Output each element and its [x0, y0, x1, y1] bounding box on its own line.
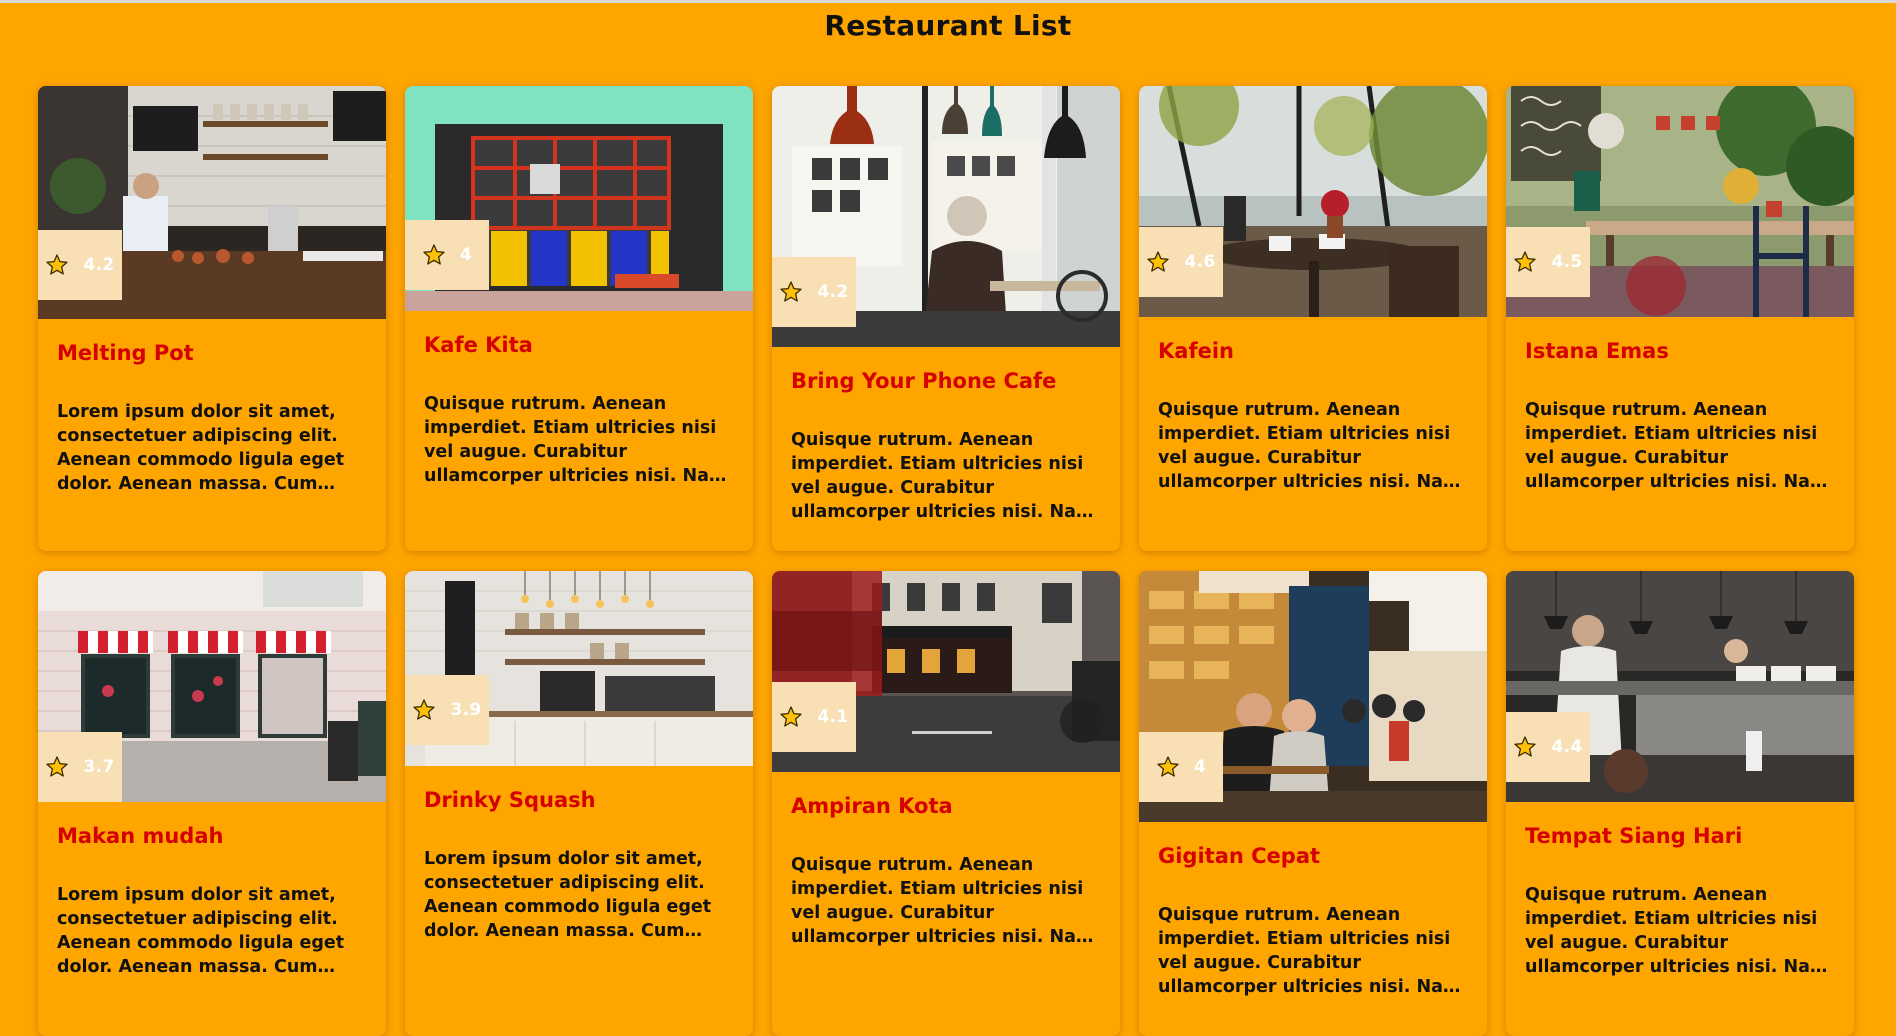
restaurant-card[interactable]: 4.1 Ampiran Kota Quisque rutrum. Aenean … — [772, 571, 1120, 1036]
restaurant-name[interactable]: Tempat Siang Hari — [1525, 824, 1835, 849]
restaurant-description: Lorem ipsum dolor sit amet, consectetuer… — [57, 885, 345, 978]
star-icon — [46, 254, 69, 275]
restaurant-description: Quisque rutrum. Aenean imperdiet. Etiam … — [1158, 400, 1462, 493]
restaurant-card[interactable]: 4.5 Istana Emas Quisque rutrum. Aenean i… — [1506, 86, 1854, 551]
restaurant-photo: 3.7 — [38, 571, 386, 802]
rating-value: 3.7 — [83, 757, 115, 777]
restaurant-description: Quisque rutrum. Aenean imperdiet. Etiam … — [791, 430, 1095, 523]
restaurant-card[interactable]: 4.2 Melting Pot Lorem ipsum dolor sit am… — [38, 86, 386, 551]
rating-value: 4.5 — [1551, 252, 1583, 272]
rating-badge: 4.5 — [1506, 227, 1590, 297]
restaurant-list: 4.2 Melting Pot Lorem ipsum dolor sit am… — [38, 86, 1858, 1036]
restaurant-name[interactable]: Ampiran Kota — [791, 794, 1101, 819]
rating-badge: 3.9 — [405, 675, 489, 745]
restaurant-name[interactable]: Melting Pot — [57, 341, 367, 366]
restaurant-description: Quisque rutrum. Aenean imperdiet. Etiam … — [791, 855, 1095, 948]
star-icon — [1514, 251, 1537, 272]
restaurant-description: Lorem ipsum dolor sit amet, consectetuer… — [424, 849, 712, 942]
restaurant-card[interactable]: 4 Kafe Kita Quisque rutrum. Aenean imper… — [405, 86, 753, 551]
rating-badge: 4.4 — [1506, 712, 1590, 782]
restaurant-name[interactable]: Istana Emas — [1525, 339, 1835, 364]
restaurant-name[interactable]: Kafe Kita — [424, 333, 734, 358]
rating-badge: 4.2 — [772, 257, 856, 327]
star-icon — [423, 244, 445, 265]
rating-value: 3.9 — [450, 700, 482, 720]
rating-value: 4.4 — [1551, 737, 1583, 757]
restaurant-name[interactable]: Kafein — [1158, 339, 1468, 364]
rating-badge: 4 — [1139, 732, 1223, 802]
star-icon — [1514, 736, 1537, 757]
restaurant-card[interactable]: 3.7 Makan mudah Lorem ipsum dolor sit am… — [38, 571, 386, 1036]
page-title: Restaurant List — [824, 9, 1072, 42]
restaurant-photo: 4.2 — [772, 86, 1120, 347]
restaurant-photo: 4.6 — [1139, 86, 1487, 317]
restaurant-photo: 4.4 — [1506, 571, 1854, 802]
rating-badge: 3.7 — [38, 732, 122, 802]
restaurant-name[interactable]: Drinky Squash — [424, 788, 734, 813]
rating-value: 4.2 — [83, 255, 115, 275]
card-body: Ampiran Kota Quisque rutrum. Aenean impe… — [772, 772, 1120, 967]
rating-value: 4 — [1193, 757, 1207, 777]
star-icon — [413, 699, 436, 720]
restaurant-description: Quisque rutrum. Aenean imperdiet. Etiam … — [1525, 885, 1829, 978]
star-icon — [1147, 251, 1170, 272]
star-icon — [1157, 756, 1179, 777]
restaurant-photo: 4.2 — [38, 86, 386, 319]
restaurant-photo: 4 — [405, 86, 753, 311]
card-body: Bring Your Phone Cafe Quisque rutrum. Ae… — [772, 347, 1120, 542]
restaurant-description: Lorem ipsum dolor sit amet, consectetuer… — [57, 402, 345, 495]
card-body: Drinky Squash Lorem ipsum dolor sit amet… — [405, 766, 753, 961]
restaurant-photo: 3.9 — [405, 571, 753, 766]
restaurant-name[interactable]: Gigitan Cepat — [1158, 844, 1468, 869]
rating-value: 4.6 — [1184, 252, 1216, 272]
restaurant-photo: 4.1 — [772, 571, 1120, 772]
restaurant-name[interactable]: Bring Your Phone Cafe — [791, 369, 1101, 394]
rating-badge: 4.1 — [772, 682, 856, 752]
restaurant-card[interactable]: 4.4 Tempat Siang Hari Quisque rutrum. Ae… — [1506, 571, 1854, 1036]
star-icon — [780, 281, 803, 302]
restaurant-name[interactable]: Makan mudah — [57, 824, 367, 849]
rating-badge: 4.6 — [1139, 227, 1223, 297]
rating-value: 4 — [459, 245, 473, 265]
restaurant-description: Quisque rutrum. Aenean imperdiet. Etiam … — [424, 394, 728, 487]
restaurant-description: Quisque rutrum. Aenean imperdiet. Etiam … — [1525, 400, 1829, 493]
restaurant-photo: 4 — [1139, 571, 1487, 822]
star-icon — [780, 706, 803, 727]
restaurant-card[interactable]: 4.6 Kafein Quisque rutrum. Aenean imperd… — [1139, 86, 1487, 551]
card-body: Makan mudah Lorem ipsum dolor sit amet, … — [38, 802, 386, 997]
restaurant-card[interactable]: 3.9 Drinky Squash Lorem ipsum dolor sit … — [405, 571, 753, 1036]
restaurant-description: Quisque rutrum. Aenean imperdiet. Etiam … — [1158, 905, 1462, 998]
rating-badge: 4.2 — [38, 230, 122, 300]
star-icon — [46, 756, 69, 777]
restaurant-card[interactable]: 4.2 Bring Your Phone Cafe Quisque rutrum… — [772, 86, 1120, 551]
card-body: Istana Emas Quisque rutrum. Aenean imper… — [1506, 317, 1854, 512]
card-body: Melting Pot Lorem ipsum dolor sit amet, … — [38, 319, 386, 514]
rating-badge: 4 — [405, 220, 489, 290]
restaurant-card[interactable]: 4 Gigitan Cepat Quisque rutrum. Aenean i… — [1139, 571, 1487, 1036]
card-body: Gigitan Cepat Quisque rutrum. Aenean imp… — [1139, 822, 1487, 1017]
restaurant-photo: 4.5 — [1506, 86, 1854, 317]
card-body: Tempat Siang Hari Quisque rutrum. Aenean… — [1506, 802, 1854, 997]
rating-value: 4.2 — [817, 282, 849, 302]
card-body: Kafein Quisque rutrum. Aenean imperdiet.… — [1139, 317, 1487, 512]
rating-value: 4.1 — [817, 707, 849, 727]
card-body: Kafe Kita Quisque rutrum. Aenean imperdi… — [405, 311, 753, 506]
